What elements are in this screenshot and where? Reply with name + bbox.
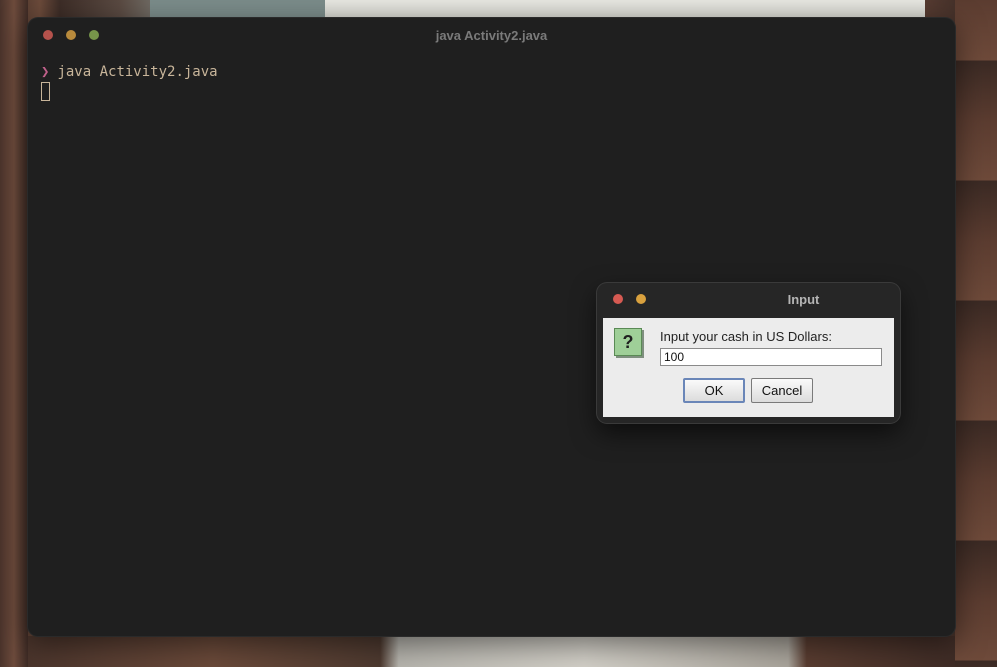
command-line: ❯ java Activity2.java xyxy=(41,64,218,80)
wallpaper-left xyxy=(0,0,28,667)
command-text: java Activity2.java xyxy=(57,64,218,80)
terminal-cursor xyxy=(41,82,50,101)
dialog-close-button[interactable] xyxy=(613,294,623,304)
input-prompt-label: Input your cash in US Dollars: xyxy=(660,329,832,344)
terminal-titlebar[interactable]: java Activity2.java xyxy=(28,18,955,52)
dialog-title: Input xyxy=(787,292,820,307)
wallpaper-bottom xyxy=(28,636,955,667)
terminal-title: java Activity2.java xyxy=(435,28,548,43)
question-icon: ? xyxy=(614,328,642,356)
cash-input[interactable] xyxy=(660,348,882,366)
ok-button[interactable]: OK xyxy=(683,378,745,403)
wallpaper-top-left xyxy=(150,0,325,18)
cancel-button[interactable]: Cancel xyxy=(751,378,813,403)
prompt-chevron-icon: ❯ xyxy=(41,64,50,80)
input-dialog[interactable]: Input ? Input your cash in US Dollars: O… xyxy=(597,283,900,423)
dialog-minimize-button[interactable] xyxy=(636,294,646,304)
wallpaper-top xyxy=(325,0,925,18)
wallpaper-right xyxy=(955,0,997,667)
dialog-content: ? Input your cash in US Dollars: OK Canc… xyxy=(603,318,894,417)
